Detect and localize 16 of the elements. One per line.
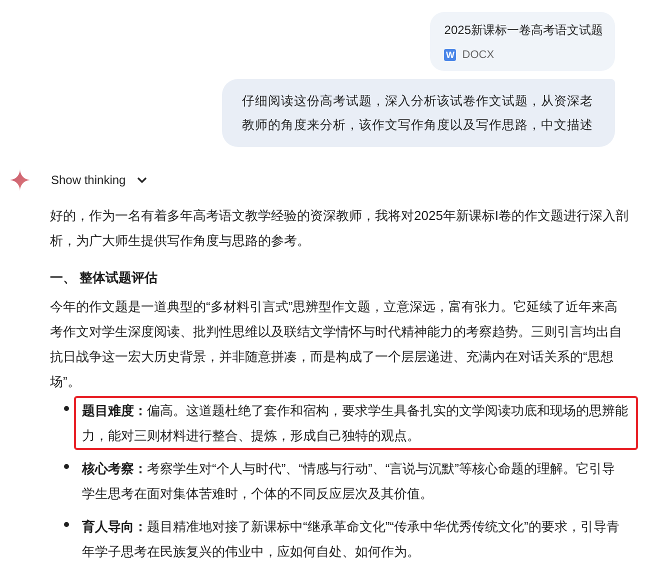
bullet-text: 育人导向：题目精准地对接了新课标中“继承革命文化”“传承中华优秀传统文化”的要求，引导青年学子思考在民族复兴的伟业中，应如何自处、如何作为。 [81, 518, 620, 561]
user-message: 仔细阅读这份高考试题，深入分析该试卷作文试题，从资深老教师的角度来分析，该作文写作角度以及写作思路，中文描述 [222, 79, 615, 147]
intro-paragraph: 好的，作为一名有着多年高考语文教学经验的资深教师，我将对2025年新课标I卷的作文题进行深入剖析，为广大师生提供写作角度与思路的参考。 [50, 207, 630, 250]
attachment-card[interactable]: 2025新课标一卷高考语文试题 W DOCX [430, 12, 615, 71]
document-icon: W [444, 49, 456, 61]
bullet-text: 题目难度：偏高。这道题杜绝了套作和宿构，要求学生具备扎实的文学阅读功底和现场的思辨能力，能对三则材料进行整合、提炼，形成自己独特的观点。 [74, 396, 638, 450]
show-thinking-toggle[interactable]: Show thinking [51, 173, 148, 187]
bullet-text: 核心考察：考察学生对“个人与时代”、“情感与行动”、“言说与沉默”等核心命题的理解。它引导学生思考在面对集体苦难时，个体的不同反应层次及其价值。 [80, 460, 616, 503]
body-paragraph: 今年的作文题是一道典型的“多材料引言式”思辨型作文题，立意深远，富有张力。它延续了近年来高考作文对学生深度阅读、批判性思维以及联结文学情怀与时代精神能力的考察趋势。三则引言均出自抗日战争这一宏大历史背景，并非随意拼凑，而是构成了一个层层递进、充满内在对话关系的“思想场”。 [50, 298, 623, 391]
sparkle-icon [9, 169, 31, 191]
bullet-dot [64, 522, 69, 527]
bullet-dot [64, 406, 69, 411]
section-heading: 一、 整体试题评估 [50, 269, 159, 287]
file-type: DOCX [462, 49, 494, 61]
file-name: 2025新课标一卷高考语文试题 [444, 22, 603, 39]
bullet-dot [64, 464, 69, 469]
